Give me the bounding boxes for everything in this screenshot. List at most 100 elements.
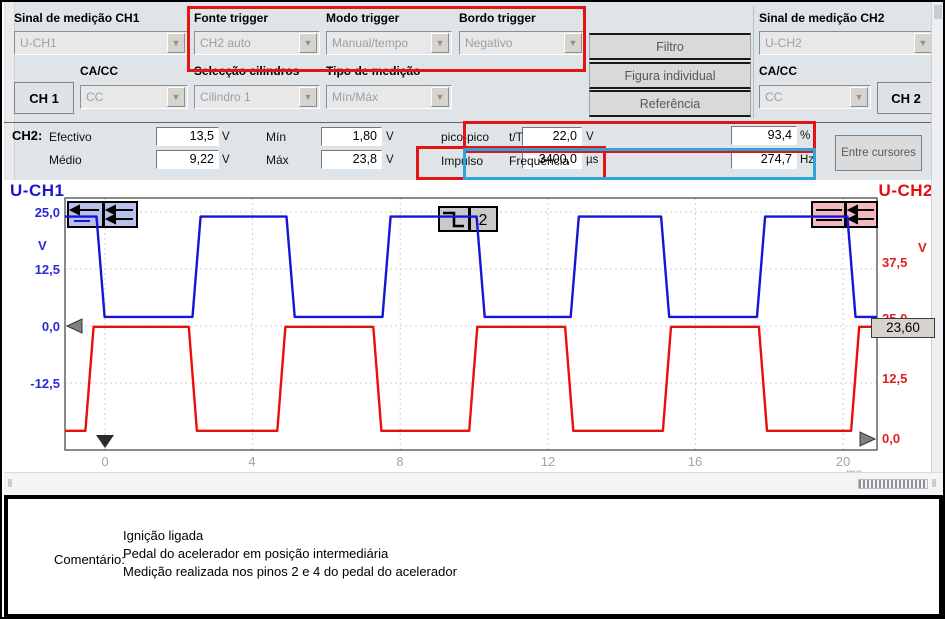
- ch2-signal-value: U-CH2: [760, 36, 914, 50]
- trigger-source-label: Fonte trigger: [194, 11, 268, 25]
- pico-pico-unit: V: [586, 131, 594, 143]
- cylinder-select[interactable]: Cilindro 1 ▼: [194, 85, 320, 109]
- ch1-cacc-value: CC: [81, 90, 167, 104]
- ch2-zero-marker[interactable]: [860, 432, 875, 446]
- right-tick-0: 0,0: [882, 431, 900, 446]
- scrollbar-end-left: [8, 479, 12, 487]
- vertical-scrollbar[interactable]: [931, 2, 944, 472]
- ch2-cacc-value: CC: [760, 90, 850, 104]
- max-unit: V: [386, 154, 394, 166]
- trigger-mode-value: Manual/tempo: [327, 36, 431, 50]
- t-over-T-value: 93,4: [731, 126, 797, 145]
- ch2-signal-select[interactable]: U-CH2 ▼: [759, 31, 935, 55]
- reference-button[interactable]: Referência: [589, 90, 751, 117]
- medio-unit: V: [222, 154, 230, 166]
- measure-type-label: Tipo de medição: [326, 64, 420, 78]
- chevron-down-icon: ▼: [914, 33, 932, 53]
- filter-button[interactable]: Filtro: [589, 33, 751, 60]
- trigger-source-value: CH2 auto: [195, 36, 299, 50]
- trigger-mode-select[interactable]: Manual/tempo ▼: [326, 31, 452, 55]
- ch2-signal-label: Sinal de medição CH2: [759, 11, 884, 25]
- ch1-position-handle[interactable]: [68, 202, 137, 227]
- medio-label: Médio: [49, 153, 82, 167]
- ch2-cacc-select[interactable]: CC ▼: [759, 85, 871, 109]
- ch1-button[interactable]: CH 1: [14, 82, 74, 114]
- comment-box: Comentário: Ignição ligada Pedal do acel…: [4, 495, 943, 618]
- ch2-position-handle[interactable]: [812, 202, 877, 227]
- single-figure-button[interactable]: Figura individual: [589, 62, 751, 89]
- min-unit: V: [386, 131, 394, 143]
- left-tick-neg12-5: -12,5: [24, 376, 60, 391]
- trigger-edge-value: Negativo: [460, 36, 564, 50]
- ch2-cacc-label: CA/CC: [759, 64, 797, 78]
- left-tick-12-5: 12,5: [24, 262, 60, 277]
- left-axis-unit: V: [38, 238, 47, 253]
- ch1-cacc-select[interactable]: CC ▼: [80, 85, 188, 109]
- chevron-down-icon: ▼: [564, 33, 582, 53]
- frequencia-label: Frequência: [509, 154, 569, 168]
- cylinder-value: Cilindro 1: [195, 90, 299, 104]
- chevron-down-icon: ▼: [431, 87, 449, 107]
- scrollbar-end-right: [932, 479, 936, 487]
- ch1-signal-label: Sinal de medição CH1: [14, 11, 139, 25]
- comment-line: Medição realizada nos pinos 2 e 4 do ped…: [123, 564, 457, 579]
- trigger-source-select[interactable]: CH2 auto ▼: [194, 31, 320, 55]
- chevron-down-icon: ▼: [431, 33, 449, 53]
- chevron-down-icon: ▼: [850, 87, 868, 107]
- trigger-channel-badge[interactable]: 2: [439, 207, 497, 231]
- trigger-channel-number: 2: [479, 212, 488, 229]
- chevron-down-icon: ▼: [167, 87, 185, 107]
- scope-plot: 2: [4, 180, 943, 472]
- right-axis-unit: V: [918, 240, 927, 255]
- impulso-unit: µs: [586, 154, 598, 166]
- comment-line: Ignição ligada: [123, 528, 203, 543]
- ch1-signal-select[interactable]: U-CH1 ▼: [14, 31, 188, 55]
- x-tick-4: 4: [232, 454, 272, 469]
- pico-pico-label: pico-pico: [441, 130, 489, 144]
- trigger-mode-label: Modo trigger: [326, 11, 399, 25]
- t-over-T-label: t/T: [509, 130, 523, 144]
- impulso-label: Impulso: [441, 154, 483, 168]
- t-over-T-unit: %: [800, 130, 810, 142]
- meas-channel-label: CH2:: [12, 128, 42, 143]
- cylinder-label: Selecção cilindros: [194, 64, 299, 78]
- scope-area: 2 U-CH1 U-CH2 V 25,: [4, 180, 943, 472]
- frequencia-unit: Hz: [800, 154, 814, 166]
- ch1-trace-title: U-CH1: [10, 181, 64, 201]
- measure-type-select[interactable]: Mín/Máx ▼: [326, 85, 452, 109]
- min-label: Mín: [266, 130, 286, 144]
- scrollbar-thumb[interactable]: [934, 5, 942, 19]
- panel-divider: [753, 6, 754, 118]
- efectivo-label: Efectivo: [49, 130, 92, 144]
- max-label: Máx: [266, 153, 289, 167]
- pico-pico-value: 22,0: [522, 127, 582, 146]
- comment-label: Comentário:: [54, 552, 125, 567]
- comment-line: Pedal do acelerador em posição intermedi…: [123, 546, 388, 561]
- horizontal-scrollbar[interactable]: [4, 472, 943, 495]
- ch2-trace-title: U-CH2: [879, 181, 933, 201]
- cursor-value-readout: 23,60: [871, 318, 935, 338]
- row-separator: [4, 122, 943, 123]
- medio-value: 9,22: [156, 150, 219, 169]
- between-cursors-button[interactable]: Entre cursores: [835, 135, 922, 171]
- efectivo-value: 13,5: [156, 127, 219, 146]
- scrollbar-thumb[interactable]: [858, 479, 928, 489]
- ch1-signal-value: U-CH1: [15, 36, 167, 50]
- left-tick-25: 25,0: [24, 205, 60, 220]
- efectivo-unit: V: [222, 131, 230, 143]
- ch1-cacc-label: CA/CC: [80, 64, 118, 78]
- ch2-button[interactable]: CH 2: [877, 82, 935, 114]
- chevron-down-icon: ▼: [299, 33, 317, 53]
- x-tick-16: 16: [675, 454, 715, 469]
- ch2-waveform: [65, 327, 877, 431]
- oscilloscope-window: Sinal de medição CH1 U-CH1 ▼ CA/CC CH 1 …: [0, 0, 945, 619]
- trigger-edge-select[interactable]: Negativo ▼: [459, 31, 585, 55]
- x-tick-8: 8: [380, 454, 420, 469]
- ch1-zero-marker[interactable]: [67, 319, 82, 333]
- trigger-time-marker[interactable]: [96, 435, 114, 448]
- chevron-down-icon: ▼: [167, 33, 185, 53]
- chevron-down-icon: ▼: [299, 87, 317, 107]
- max-value: 23,8: [321, 150, 382, 169]
- x-tick-0: 0: [85, 454, 125, 469]
- min-value: 1,80: [321, 127, 382, 146]
